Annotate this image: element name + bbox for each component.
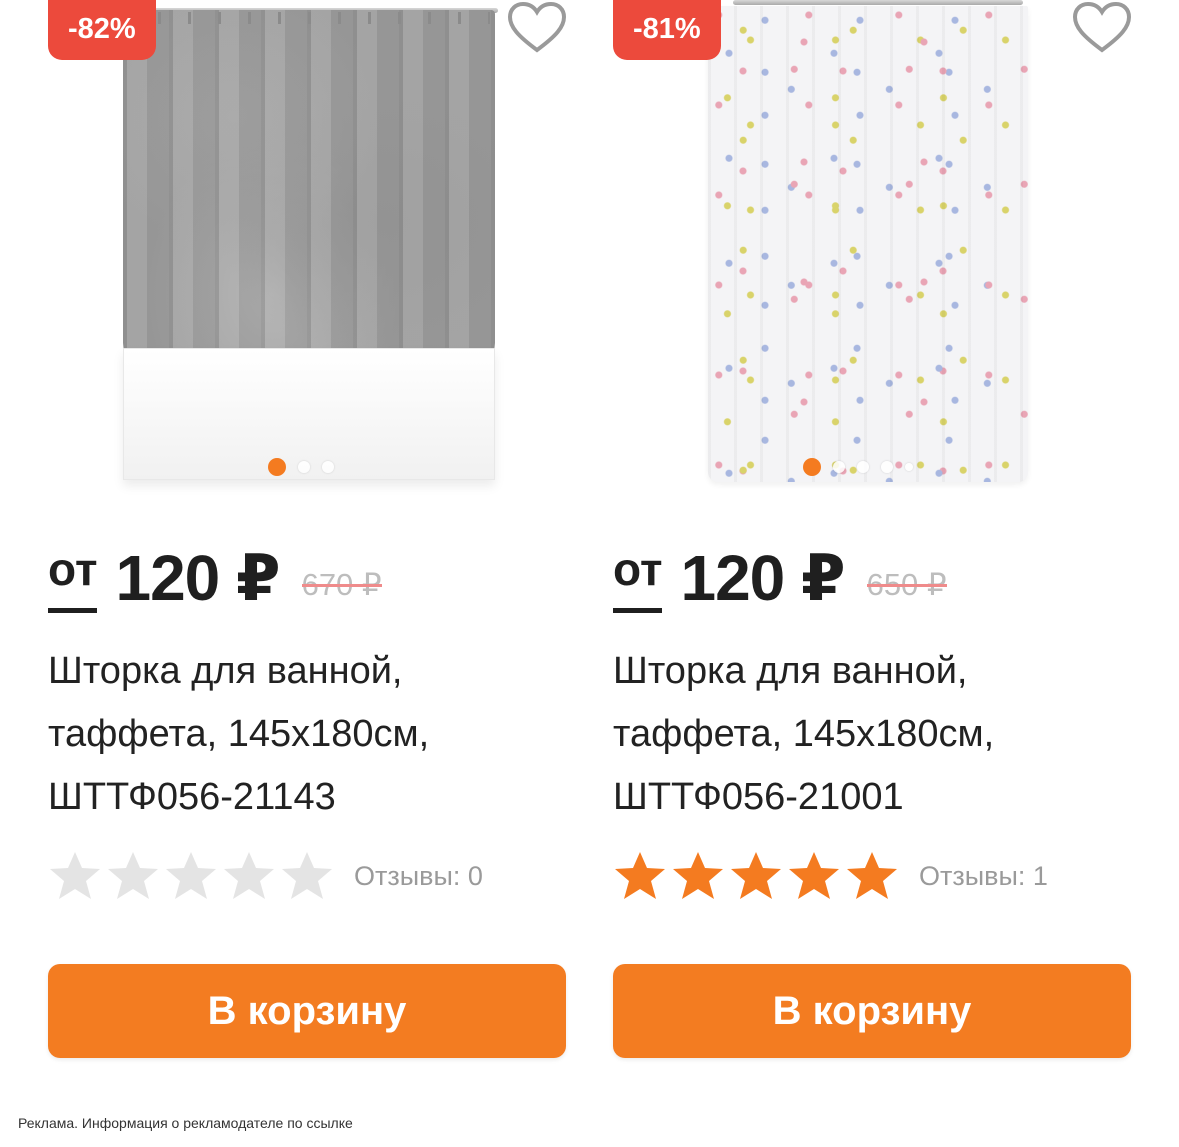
product-card[interactable]: -81% от 120 ₽ 650 ₽ Шторка для ванной, т… — [613, 0, 1133, 1070]
star-icon — [166, 852, 216, 899]
gallery-dot[interactable] — [881, 461, 893, 473]
product-title-line: ШТТФ056-21001 — [613, 776, 904, 818]
gallery-dots — [268, 458, 334, 476]
product-image[interactable] — [708, 6, 1028, 482]
price-block: от 120 ₽ 650 ₽ — [613, 540, 947, 614]
star-icon — [789, 852, 839, 899]
price-prefix: от — [613, 543, 663, 613]
star-icon — [673, 852, 723, 899]
star-icon — [731, 852, 781, 899]
product-title-line: Шторка для ванной, — [613, 650, 968, 692]
product-image-gallery[interactable]: -81% — [613, 0, 1133, 500]
gallery-dot[interactable] — [833, 461, 845, 473]
product-title[interactable]: Шторка для ванной, таффета, 145х180см, Ш… — [613, 640, 1133, 829]
product-title-line: Шторка для ванной, — [48, 650, 403, 692]
old-price: 650 ₽ — [866, 567, 947, 602]
reviews-count[interactable]: Отзывы: 0 — [354, 861, 483, 892]
gallery-dot[interactable] — [268, 458, 286, 476]
rating-row[interactable]: Отзывы: 0 — [48, 850, 483, 902]
old-price: 670 ₽ — [301, 567, 382, 602]
star-icon — [615, 852, 665, 899]
star-icon — [282, 852, 332, 899]
star-rating — [613, 850, 899, 902]
price-block: от 120 ₽ 670 ₽ — [48, 540, 382, 614]
price-prefix: от — [48, 543, 98, 613]
current-price: 120 ₽ — [680, 542, 845, 614]
ad-disclaimer[interactable]: Реклама. Информация о рекламодателе по с… — [18, 1115, 353, 1131]
product-title[interactable]: Шторка для ванной, таффета, 145х180см, Ш… — [48, 640, 568, 829]
gallery-dots — [803, 458, 913, 476]
gallery-dot[interactable] — [905, 463, 913, 471]
product-card[interactable]: -82% от 120 ₽ 670 ₽ Шторка для ванной, т… — [48, 0, 568, 1070]
star-icon — [847, 852, 897, 899]
gallery-dot[interactable] — [803, 458, 821, 476]
current-price: 120 ₽ — [115, 542, 280, 614]
gallery-dot[interactable] — [298, 461, 310, 473]
curtain-rod — [733, 0, 1023, 5]
add-to-cart-button[interactable]: В корзину — [48, 964, 566, 1058]
product-image-gallery[interactable]: -82% — [48, 0, 568, 500]
star-icon — [108, 852, 158, 899]
heart-icon[interactable] — [1071, 0, 1133, 56]
product-image[interactable] — [123, 10, 495, 365]
star-rating — [48, 850, 334, 902]
discount-badge: -82% — [48, 0, 156, 60]
product-title-line: ШТТФ056-21143 — [48, 776, 336, 818]
reviews-count[interactable]: Отзывы: 1 — [919, 861, 1048, 892]
gallery-dot[interactable] — [322, 461, 334, 473]
rating-row[interactable]: Отзывы: 1 — [613, 850, 1048, 902]
gallery-dot[interactable] — [857, 461, 869, 473]
star-icon — [224, 852, 274, 899]
add-to-cart-button[interactable]: В корзину — [613, 964, 1131, 1058]
star-icon — [50, 852, 100, 899]
heart-icon[interactable] — [506, 0, 568, 56]
discount-badge: -81% — [613, 0, 721, 60]
product-title-line: таффета, 145х180см, — [613, 713, 995, 755]
curtain-hooks — [128, 12, 490, 24]
product-title-line: таффета, 145х180см, — [48, 713, 430, 755]
